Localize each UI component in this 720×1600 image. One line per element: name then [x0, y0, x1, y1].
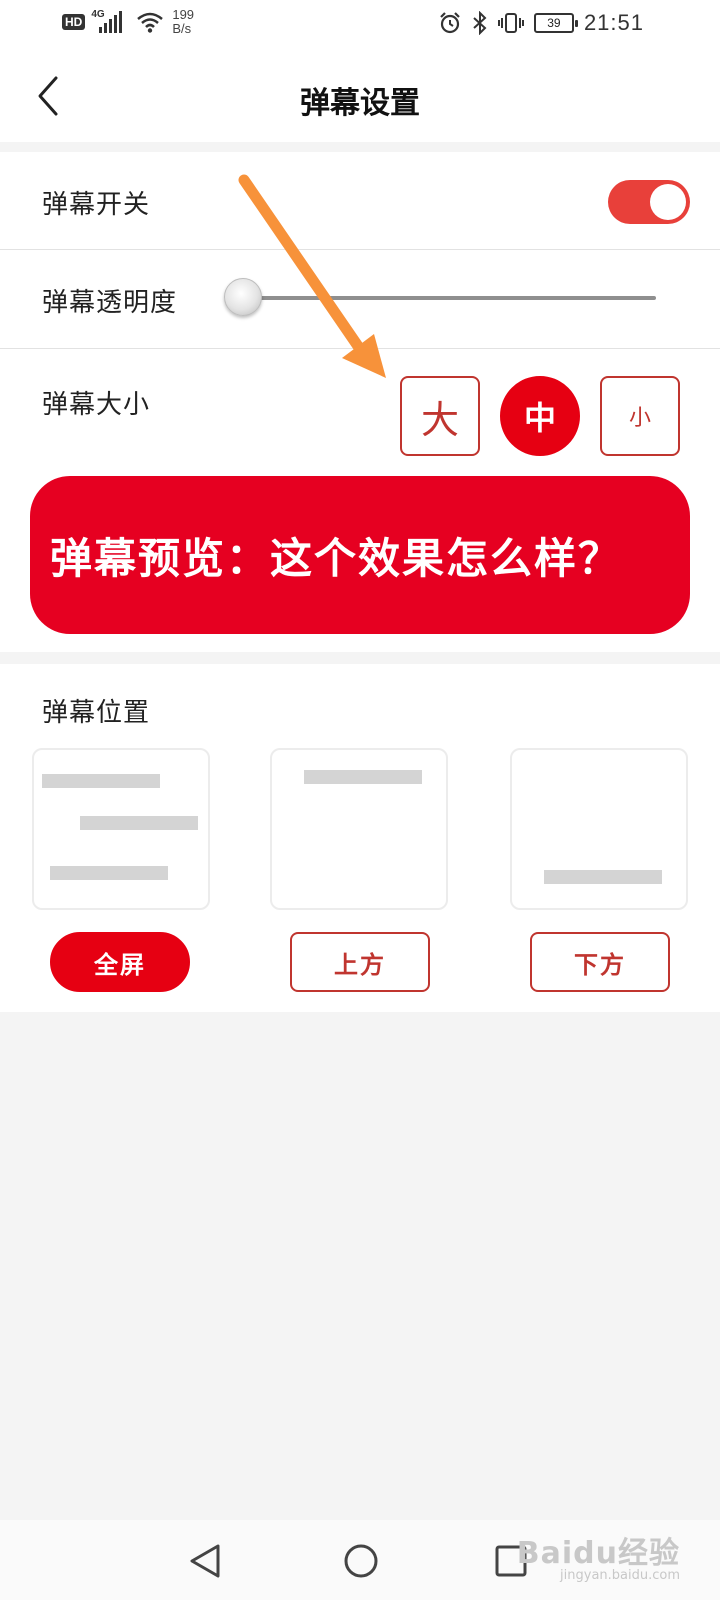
toggle-row: 弹幕开关 [0, 152, 720, 250]
page-header: 弹幕设置 [0, 50, 720, 142]
preview-line [50, 866, 168, 880]
baidu-jingyan-watermark: Baidu经验 jingyan.baidu.com [517, 1528, 680, 1583]
watermark-main: Baidu经验 [516, 1536, 680, 1571]
preview-line [42, 774, 160, 788]
system-nav-bar: Baidu经验 jingyan.baidu.com [0, 1520, 720, 1600]
position-top-button[interactable]: 上方 [290, 932, 430, 992]
bluetooth-icon [473, 11, 487, 35]
danmaku-toggle[interactable] [608, 180, 690, 224]
danmaku-preview: 弹幕预览：这个效果怎么样？ [30, 476, 690, 634]
wifi-icon [137, 12, 164, 33]
nav-back-button[interactable] [182, 1536, 232, 1586]
position-title: 弹幕位置 [42, 698, 151, 728]
size-label: 弹幕大小 [42, 390, 151, 420]
page-title: 弹幕设置 [300, 86, 420, 121]
net-speed: 199 B/s [172, 8, 194, 36]
back-triangle-icon [190, 1544, 220, 1578]
toggle-label: 弹幕开关 [42, 190, 151, 220]
danmaku-settings-card: 弹幕开关 弹幕透明度 弹幕大小 大 中 小 弹幕预览：这个效果怎么样？ [0, 152, 720, 652]
network-type: 4G [91, 9, 105, 20]
position-preview-fullscreen[interactable] [32, 748, 210, 910]
status-right: 39 21:51 [438, 10, 644, 36]
status-bar: HD 4G 199 B/s 39 21:51 [0, 0, 720, 50]
status-left: HD 4G 199 B/s [62, 8, 194, 36]
signal-icon: 4G [91, 9, 123, 33]
opacity-slider-track[interactable] [236, 296, 656, 300]
battery-level: 39 [547, 16, 561, 30]
home-circle-icon [344, 1544, 378, 1578]
opacity-label: 弹幕透明度 [42, 288, 178, 318]
alarm-icon [440, 12, 460, 34]
size-small-button[interactable]: 小 [600, 376, 680, 456]
battery-icon: 39 [533, 13, 578, 33]
nav-home-button[interactable] [336, 1536, 386, 1586]
hd-badge: HD [62, 14, 86, 30]
status-time: 21:51 [583, 10, 644, 35]
net-speed-unit: B/s [172, 21, 192, 36]
vibrate-icon [497, 13, 524, 33]
preview-line [304, 770, 422, 784]
position-preview-bottom[interactable] [510, 748, 688, 910]
size-large-button[interactable]: 大 [400, 376, 480, 456]
opacity-slider-thumb[interactable] [224, 278, 262, 316]
size-medium-button[interactable]: 中 [500, 376, 580, 456]
position-card: 弹幕位置 全屏 上方 下方 [0, 664, 720, 1012]
net-speed-value: 199 [172, 7, 195, 22]
preview-line [80, 816, 198, 830]
toggle-knob [650, 184, 686, 220]
position-preview-top[interactable] [270, 748, 448, 910]
position-fullscreen-button[interactable]: 全屏 [50, 932, 190, 992]
position-bottom-button[interactable]: 下方 [530, 932, 670, 992]
preview-line [544, 870, 662, 884]
